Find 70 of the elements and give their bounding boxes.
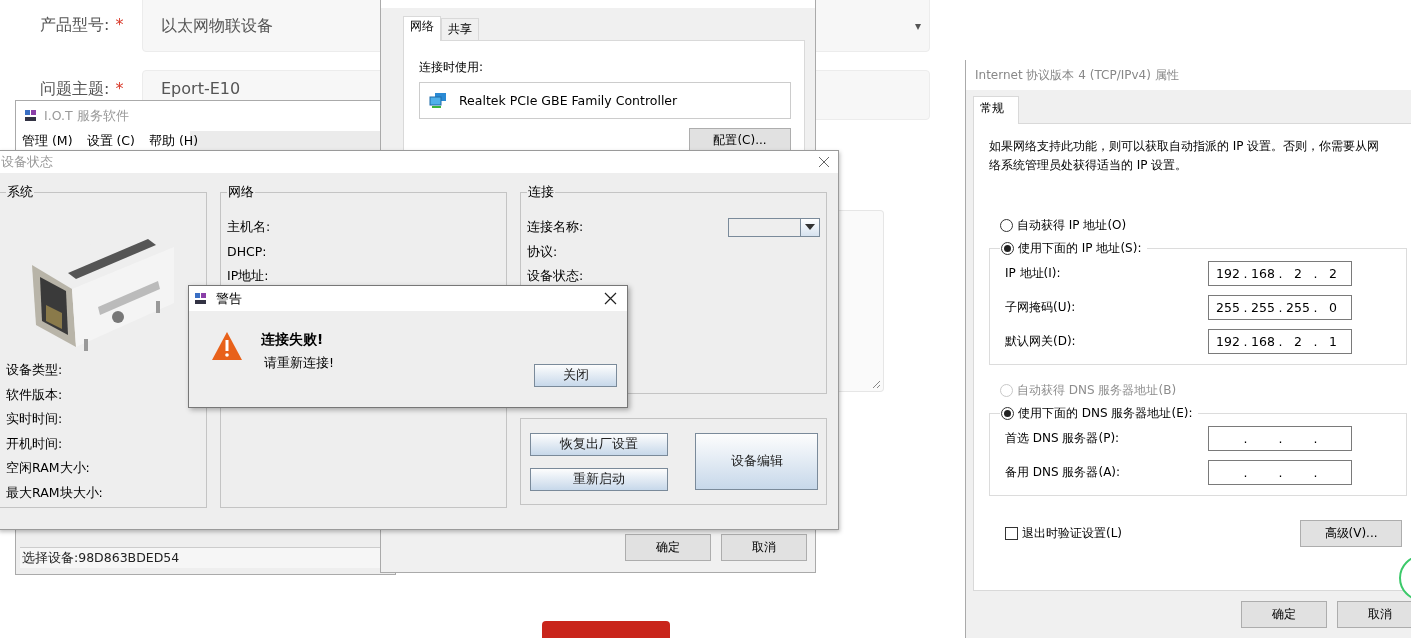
factory-reset-button[interactable]: 恢复出厂设置	[530, 432, 668, 456]
window-title: I.O.T 服务软件	[44, 107, 129, 125]
restart-button[interactable]: 重新启动	[530, 467, 668, 491]
network-adapter-icon	[429, 92, 447, 109]
logo-icon	[194, 291, 208, 306]
tab[interactable]: 常规	[973, 96, 1019, 124]
radio-button[interactable]	[1000, 219, 1013, 232]
device-edit-button[interactable]: 设备编辑	[695, 433, 818, 490]
field-label: 协议:	[527, 242, 559, 261]
group-title: 连接	[527, 183, 555, 201]
menu-item[interactable]: 设置 (C)	[86, 133, 135, 150]
dialog-button[interactable]: 取消	[721, 534, 807, 561]
field-label: 问题主题:	[40, 79, 110, 100]
option-label[interactable]: 使用下面的 IP 地址(S):	[1018, 240, 1142, 257]
field-label: 产品型号:	[40, 15, 110, 36]
ip-address-field[interactable]: . . .	[1208, 426, 1352, 451]
window-title: Internet 协议版本 4 (TCP/IPv4) 属性	[975, 66, 1179, 84]
group-title: 网络	[227, 183, 255, 201]
field-label: 主机名:	[227, 218, 272, 236]
dialog-button[interactable]: 确定	[625, 534, 711, 561]
field-label: 实时时间:	[6, 410, 64, 428]
alert-message: 请重新连接!	[264, 355, 335, 372]
tab[interactable]: 网络	[403, 16, 441, 41]
caret-icon	[805, 224, 815, 231]
warning-icon	[211, 331, 243, 361]
group-title: 系统	[6, 183, 34, 201]
field-label: 默认网关(D):	[1005, 333, 1077, 350]
logo-icon	[24, 109, 38, 123]
field-label: DHCP:	[227, 242, 268, 261]
status-bar: 选择设备:98D863BDED54	[20, 547, 382, 568]
close-button[interactable]: 关闭	[534, 364, 617, 387]
advanced-button[interactable]: 高级(V)...	[1300, 520, 1403, 547]
tab[interactable]: 共享	[441, 18, 479, 40]
field-label: 设备类型:	[6, 361, 64, 379]
checkbox-label[interactable]: 退出时验证设置(L)	[1022, 525, 1123, 542]
field-label: 空闲RAM大小:	[6, 459, 91, 477]
dialog-button[interactable]: 取消	[1337, 601, 1411, 628]
window-title: 警告	[216, 289, 243, 308]
radio-button[interactable]	[1001, 242, 1014, 255]
menu-item[interactable]: 管理 (M)	[22, 133, 73, 150]
field-label: 软件版本:	[6, 385, 64, 404]
radio-button[interactable]	[1001, 407, 1014, 420]
required-mark: *	[115, 79, 124, 100]
checkbox[interactable]	[1005, 527, 1018, 540]
ip-address-field[interactable]: . . .	[1208, 460, 1352, 485]
ip-address-field[interactable]: 192 . 168 . 2 . 1	[1208, 329, 1352, 354]
option-label[interactable]: 自动获得 IP 地址(O)	[1017, 217, 1127, 234]
description-text: 如果网络支持此功能，则可以获取自动指派的 IP 设置。否则，你需要从网络系统管理员处获得适当的 IP 设置。	[989, 138, 1381, 174]
field-label: 备用 DNS 服务器(A):	[1005, 464, 1122, 481]
field-label: 连接名称:	[527, 218, 584, 236]
option-label[interactable]: 使用下面的 DNS 服务器地址(E):	[1018, 405, 1193, 422]
field-label: 开机时间:	[6, 434, 64, 453]
window-title: 设备状态	[1, 153, 53, 171]
close-icon[interactable]	[604, 292, 617, 305]
field-label: 设备状态:	[527, 267, 585, 285]
alert-heading: 连接失败!	[261, 331, 325, 349]
ip-address-field[interactable]: 255 . 255 . 255 . 0	[1208, 295, 1352, 320]
field-label: 首选 DNS 服务器(P):	[1005, 430, 1121, 447]
dialog-button[interactable]: 确定	[1241, 601, 1327, 628]
field-label: IP 地址(I):	[1005, 265, 1062, 282]
field-label: 最大RAM块大小:	[6, 483, 104, 502]
required-mark: *	[115, 15, 124, 36]
menu-item[interactable]: 帮助 (H)	[149, 133, 199, 150]
ip-address-field[interactable]: 192 . 168 . 2 . 2	[1208, 261, 1352, 286]
connect-using-label: 连接时使用:	[419, 59, 485, 76]
resize-grip-icon[interactable]	[872, 380, 881, 389]
field-label: IP地址:	[227, 267, 270, 285]
adapter-name: Realtek PCIe GBE Family Controller	[459, 93, 678, 108]
field-label: 子网掩码(U):	[1005, 299, 1077, 316]
connection-dropdown[interactable]	[728, 217, 820, 237]
